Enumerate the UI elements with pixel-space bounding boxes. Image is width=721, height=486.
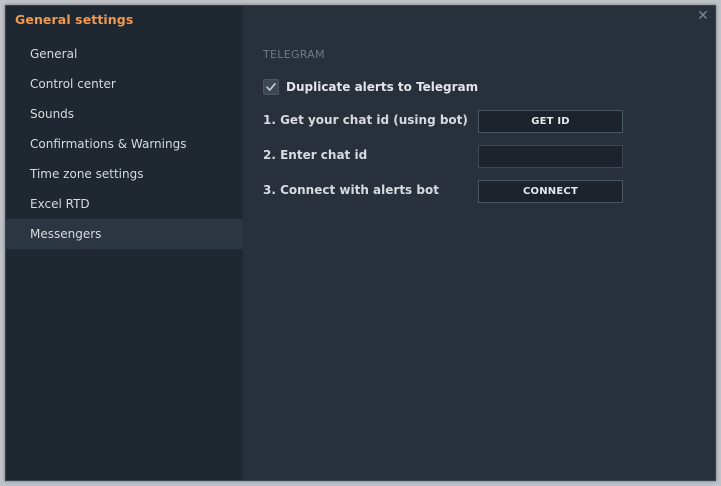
sidebar-item-excel-rtd[interactable]: Excel RTD (6, 189, 243, 219)
duplicate-alerts-checkbox-row[interactable]: Duplicate alerts to Telegram (263, 78, 478, 96)
section-title-telegram: TELEGRAM (263, 48, 325, 61)
connect-button[interactable]: CONNECT (478, 180, 623, 203)
sidebar-item-time-zone-settings[interactable]: Time zone settings (6, 159, 243, 189)
sidebar-item-messengers[interactable]: Messengers (6, 219, 243, 249)
checkmark-icon (266, 83, 276, 91)
chat-id-input[interactable] (478, 145, 623, 168)
sidebar-item-general[interactable]: General (6, 39, 243, 69)
step3-label: 3. Connect with alerts bot (263, 183, 439, 197)
duplicate-alerts-label: Duplicate alerts to Telegram (286, 80, 479, 94)
step1-label: 1. Get your chat id (using bot) (263, 113, 468, 127)
duplicate-alerts-checkbox[interactable] (263, 79, 279, 95)
step2-label: 2. Enter chat id (263, 148, 368, 162)
sidebar-nav: General Control center Sounds Confirmati… (6, 39, 243, 249)
sidebar-item-confirmations-warnings[interactable]: Confirmations & Warnings (6, 129, 243, 159)
messengers-panel: ✕ TELEGRAM Duplicate alerts to Telegram … (243, 6, 715, 480)
settings-window: General settings General Control center … (5, 5, 716, 481)
sidebar-item-control-center[interactable]: Control center (6, 69, 243, 99)
close-icon[interactable]: ✕ (696, 9, 710, 23)
sidebar-item-sounds[interactable]: Sounds (6, 99, 243, 129)
sidebar: General settings General Control center … (6, 6, 243, 480)
get-id-button[interactable]: GET ID (478, 110, 623, 133)
window-title: General settings (15, 12, 134, 27)
